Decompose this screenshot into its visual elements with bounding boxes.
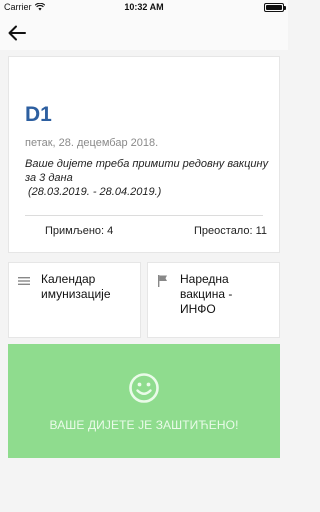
vaccine-date-range: (28.03.2019. - 28.04.2019.) [28, 186, 162, 198]
remaining-count: Преостало: 11 [194, 225, 267, 237]
immunization-calendar-label: Календар имунизације [41, 272, 111, 302]
divider [25, 215, 263, 216]
vaccine-summary-card: D1 петак, 28. децембар 2018. Ваше дијете… [8, 56, 280, 253]
vaccine-message: Ваше дијете треба примити редовну вакцин… [25, 157, 271, 199]
back-arrow-icon [8, 25, 26, 41]
vaccine-title: D1 [25, 103, 52, 126]
flag-icon [158, 275, 167, 287]
immunization-calendar-tile[interactable]: Календар имунизације [8, 262, 141, 338]
clock: 10:32 AM [124, 2, 164, 12]
nav-bar [0, 16, 288, 50]
next-vaccine-label-line1: Наредна [180, 272, 229, 286]
received-count: Примљено: 4 [45, 225, 114, 237]
protection-status-panel: ВАШЕ ДИЈЕТЕ ЈЕ ЗАШТИЋЕНО! [8, 344, 280, 458]
next-vaccine-label-line2: вакцина - [180, 287, 233, 301]
smiley-icon [129, 373, 159, 403]
protection-status-text: ВАШЕ ДИЈЕТЕ ЈЕ ЗАШТИЋЕНО! [49, 418, 239, 432]
immunization-calendar-label-line2: имунизације [41, 287, 111, 301]
immunization-calendar-label-line1: Календар [41, 272, 96, 286]
current-date: петак, 28. децембар 2018. [25, 137, 159, 149]
next-vaccine-info-tile[interactable]: Наредна вакцина - ИНФО [147, 262, 280, 338]
list-icon [18, 277, 30, 285]
next-vaccine-label: Наредна вакцина - ИНФО [180, 272, 232, 317]
status-bar: Carrier 10:32 AM [0, 0, 288, 16]
next-vaccine-label-line3: ИНФО [180, 302, 216, 316]
back-button[interactable] [4, 20, 30, 46]
battery-icon [264, 3, 286, 12]
vaccine-message-text: Ваше дијете треба примити редовну вакцин… [25, 158, 269, 184]
